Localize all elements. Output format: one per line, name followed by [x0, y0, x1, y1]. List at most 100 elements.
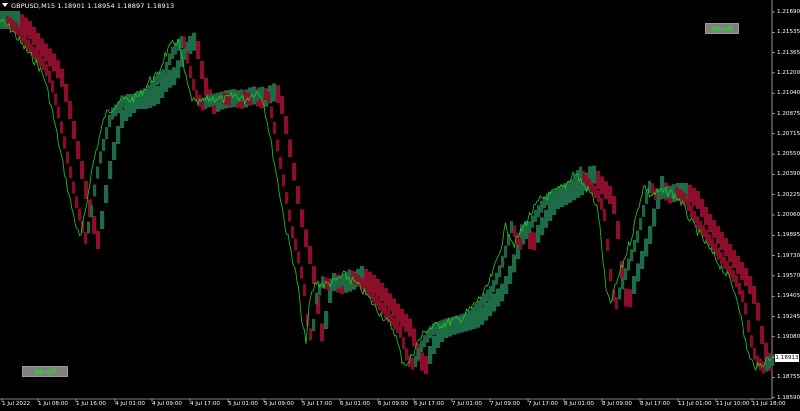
fast-bear-segment — [405, 348, 409, 361]
fast-bull-segment — [414, 355, 418, 368]
x-tick-label: 4 Jul 09:00 — [152, 401, 182, 407]
fast-bear-segment — [273, 121, 277, 134]
x-tick-label: 4 Jul 17:00 — [190, 401, 220, 407]
y-tick-label: 1.20550 — [777, 151, 800, 158]
fast-bear-segment — [192, 78, 196, 91]
dropdown-triangle-icon[interactable] — [2, 3, 8, 7]
y-tick-label: 1.21365 — [777, 49, 800, 56]
fast-bull-segment — [468, 310, 472, 323]
fast-bear-segment — [285, 191, 289, 204]
bull-band-segment — [156, 86, 161, 104]
bear-band-segment — [408, 318, 413, 337]
bear-band-segment — [300, 209, 305, 228]
y-tick-label: 1.21200 — [777, 69, 800, 76]
bear-band-segment — [376, 279, 381, 297]
x-tick-label: 11 Jul 01:00 — [678, 401, 712, 407]
fast-bull-segment — [477, 300, 481, 313]
x-tick-label: 6 Jul 01:00 — [340, 401, 370, 407]
bear-band-segment — [196, 41, 201, 59]
bear-band-segment — [692, 187, 697, 206]
bear-band-segment — [728, 244, 733, 262]
fast-bear-segment — [585, 174, 589, 187]
fast-bull-segment — [234, 91, 238, 104]
x-tick-label: 4 Jul 01:00 — [115, 401, 145, 407]
bull-band-segment — [632, 276, 637, 294]
fast-bull-segment — [342, 273, 346, 286]
bear-band-segment — [72, 121, 77, 139]
bear-band-segment — [64, 83, 69, 102]
fast-bear-segment — [60, 121, 64, 134]
fast-bull-segment — [537, 205, 541, 218]
y-tick-label: 1.19245 — [777, 313, 800, 320]
y-tick-label: 1.20390 — [777, 171, 800, 178]
fast-bull-segment — [498, 265, 502, 278]
ha-toggle-button-bottom[interactable]: HA-off — [22, 366, 68, 377]
fast-bear-segment — [264, 87, 268, 100]
fast-bear-segment — [597, 190, 601, 203]
fast-bull-segment — [93, 184, 97, 197]
fast-bull-segment — [129, 94, 133, 106]
bear-band-segment — [724, 238, 729, 256]
fast-bull-segment — [579, 166, 583, 179]
fast-bear-segment — [396, 321, 400, 333]
y-tick-label: 1.19080 — [777, 333, 800, 340]
fast-bear-segment — [609, 269, 613, 281]
ha-toggle-button-top[interactable]: HA-off — [705, 23, 739, 34]
fast-bull-segment — [180, 36, 184, 49]
bull-band-segment — [500, 283, 505, 302]
bear-band-segment — [24, 17, 29, 36]
bull-band-segment — [540, 217, 545, 236]
fast-bull-segment — [618, 287, 622, 300]
bull-band-segment — [120, 110, 125, 128]
bull-band-segment — [480, 306, 485, 325]
fast-bull-segment — [522, 232, 526, 245]
fast-bull-segment — [627, 258, 631, 271]
bear-band-segment — [744, 268, 749, 286]
fast-bear-segment — [12, 20, 16, 33]
fast-bull-segment — [312, 319, 316, 331]
fast-bull-segment — [171, 46, 175, 59]
bear-band-segment — [696, 191, 701, 209]
fast-bull-segment — [315, 292, 319, 305]
fast-bull-segment — [105, 127, 109, 139]
fast-bull-segment — [96, 166, 100, 179]
bear-band-segment — [40, 38, 45, 57]
fast-bear-segment — [402, 337, 406, 350]
y-tick-label: 1.20875 — [777, 110, 800, 117]
fast-bear-segment — [687, 199, 691, 211]
price-chart[interactable] — [0, 0, 800, 411]
fast-bull-segment — [573, 174, 577, 187]
fast-bear-segment — [282, 174, 286, 187]
fast-bear-segment — [225, 93, 229, 106]
fast-bear-segment — [48, 70, 52, 83]
fast-bull-segment — [90, 205, 94, 218]
bear-band-segment — [76, 141, 81, 159]
fast-bear-segment — [54, 93, 58, 106]
bull-band-segment — [648, 226, 653, 244]
bear-band-segment — [52, 53, 57, 72]
bull-band-segment — [592, 165, 597, 184]
fast-bear-segment — [84, 232, 88, 245]
y-tick-label: 1.20225 — [777, 191, 800, 198]
fast-bear-segment — [78, 208, 82, 221]
bull-band-segment — [116, 126, 121, 144]
x-tick-label: 11 Jul 10:00 — [716, 401, 750, 407]
bull-band-segment — [112, 142, 117, 160]
bull-band-segment — [324, 311, 329, 329]
bear-band-segment — [760, 326, 765, 344]
fast-bull-segment — [483, 293, 487, 306]
bull-band-segment — [176, 60, 181, 79]
fast-bear-segment — [72, 181, 76, 194]
bull-band-segment — [428, 346, 433, 364]
fast-bear-segment — [66, 151, 70, 164]
bull-band-segment — [544, 209, 549, 228]
fast-bull-segment — [531, 215, 535, 228]
fast-bull-segment — [534, 209, 538, 222]
fast-bear-segment — [696, 216, 700, 229]
fast-bull-segment — [111, 107, 115, 120]
bear-band-segment — [288, 139, 293, 158]
fast-bear-segment — [279, 156, 283, 169]
bear-band-segment — [56, 60, 61, 79]
fast-bear-segment — [189, 66, 193, 79]
bear-band-segment — [296, 186, 301, 204]
